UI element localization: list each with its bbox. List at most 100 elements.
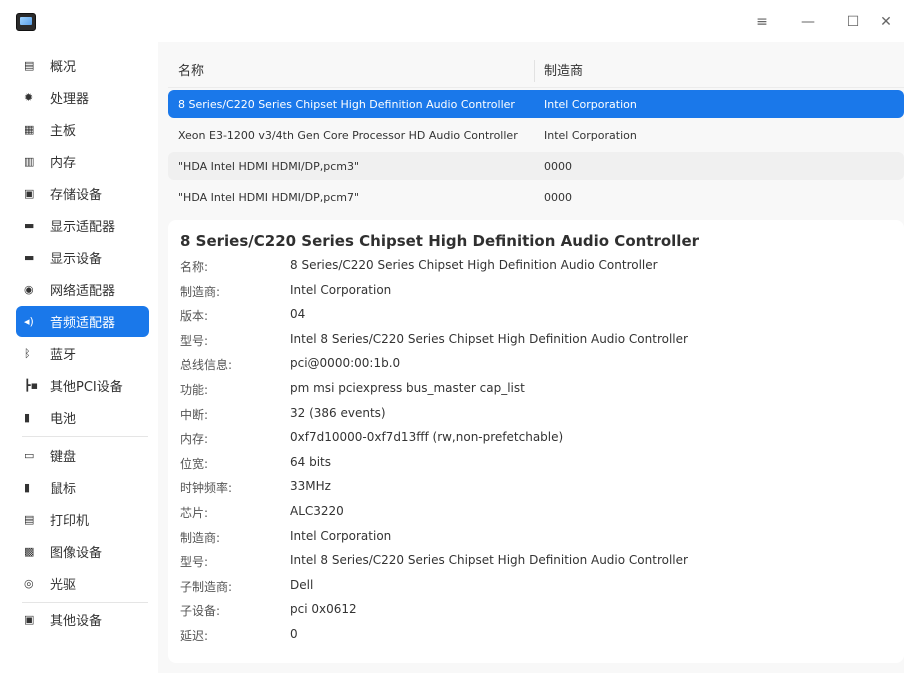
field-key: 制造商: bbox=[180, 284, 221, 299]
field-value: 0xf7d10000-0xf7d13fff (rw,non-prefetchab… bbox=[290, 430, 564, 445]
sidebar-item-label: 存储设备 bbox=[50, 188, 103, 203]
camera-icon: ▩ bbox=[24, 545, 35, 558]
printer-icon: ▤ bbox=[24, 513, 35, 526]
keyboard-icon: ▭ bbox=[24, 449, 35, 462]
sidebar-item-label: 显示适配器 bbox=[50, 220, 116, 235]
sidebar-item-label: 键盘 bbox=[50, 450, 77, 465]
table-row[interactable]: "HDA Intel HDMI HDMI/DP,pcm3" 0000 bbox=[168, 152, 904, 180]
field-value: 32 (386 events) bbox=[290, 405, 386, 420]
cell-name: Xeon E3-1200 v3/4th Gen Core Processor H… bbox=[178, 128, 518, 142]
detail-field: 子制造商: Dell bbox=[180, 578, 900, 596]
field-value: pci 0x0612 bbox=[290, 602, 357, 617]
sidebar-item-label: 网络适配器 bbox=[50, 284, 116, 299]
sidebar-item-keyboard[interactable]: ▭ 键盘 bbox=[16, 440, 149, 471]
sidebar-item-display-adapter[interactable]: ▬ 显示适配器 bbox=[16, 210, 149, 241]
field-value: Intel Corporation bbox=[290, 282, 392, 297]
sidebar-item-label: 概况 bbox=[50, 60, 77, 75]
sidebar-item-cpu[interactable]: ✹ 处理器 bbox=[16, 82, 149, 113]
detail-title: 8 Series/C220 Series Chipset High Defini… bbox=[180, 232, 700, 250]
sidebar-item-optical-drive[interactable]: ◎ 光驱 bbox=[16, 568, 149, 599]
sidebar-item-printer[interactable]: ▤ 打印机 bbox=[16, 504, 149, 535]
sidebar-item-label: 鼠标 bbox=[50, 482, 77, 497]
detail-field: 时钟频率: 33MHz bbox=[180, 479, 900, 497]
sidebar-item-memory[interactable]: ▥ 内存 bbox=[16, 146, 149, 177]
table-row[interactable]: 8 Series/C220 Series Chipset High Defini… bbox=[168, 90, 904, 118]
pci-icon: ┣▪ bbox=[24, 379, 39, 392]
sidebar-item-label: 处理器 bbox=[50, 92, 90, 107]
sidebar-item-audio[interactable]: ◂) 音频适配器 bbox=[16, 306, 149, 337]
sidebar-item-other-devices[interactable]: ▣ 其他设备 bbox=[16, 604, 149, 635]
field-key: 延迟: bbox=[180, 629, 209, 643]
sidebar-item-bluetooth[interactable]: ᛒ 蓝牙 bbox=[16, 338, 149, 369]
field-value: pci@0000:00:1b.0 bbox=[290, 356, 401, 371]
field-key: 芯片: bbox=[180, 506, 209, 520]
detail-field: 位宽: 64 bits bbox=[180, 455, 900, 473]
detail-field: 制造商: Intel Corporation bbox=[180, 529, 900, 547]
sidebar-item-label: 蓝牙 bbox=[50, 348, 77, 363]
sidebar-item-label: 内存 bbox=[50, 156, 77, 171]
minimize-button[interactable]: — bbox=[796, 10, 820, 34]
sidebar-item-label: 图像设备 bbox=[50, 546, 103, 561]
detail-field: 内存: 0xf7d10000-0xf7d13fff (rw,non-prefet… bbox=[180, 430, 900, 448]
mouse-icon: ▮ bbox=[24, 481, 31, 494]
sidebar-item-label: 电池 bbox=[50, 412, 77, 427]
detail-field: 型号: Intel 8 Series/C220 Series Chipset H… bbox=[180, 553, 900, 571]
field-value: 64 bits bbox=[290, 454, 331, 469]
field-key: 总线信息: bbox=[180, 358, 233, 373]
storage-icon: ▣ bbox=[24, 187, 35, 200]
memory-icon: ▥ bbox=[24, 155, 35, 168]
field-key: 名称: bbox=[180, 260, 209, 274]
cell-name: "HDA Intel HDMI HDMI/DP,pcm7" bbox=[178, 190, 360, 204]
sidebar-item-label: 其他设备 bbox=[50, 614, 103, 629]
bluetooth-icon: ᛒ bbox=[24, 347, 31, 360]
sidebar-item-label: 其他PCI设备 bbox=[50, 380, 123, 395]
field-key: 位宽: bbox=[180, 456, 209, 471]
cell-vendor: Intel Corporation bbox=[544, 128, 637, 142]
field-value: 33MHz bbox=[290, 479, 331, 494]
sidebar-item-storage[interactable]: ▣ 存储设备 bbox=[16, 178, 149, 209]
motherboard-icon: ▦ bbox=[24, 123, 35, 136]
sidebar-item-other-pci[interactable]: ┣▪ 其他PCI设备 bbox=[16, 370, 149, 401]
device-table: 名称 制造商 8 Series/C220 Series Chipset High… bbox=[168, 52, 904, 214]
field-key: 内存: bbox=[180, 432, 209, 447]
field-value: 0 bbox=[290, 627, 298, 641]
cell-name: 8 Series/C220 Series Chipset High Defini… bbox=[178, 97, 515, 111]
detail-field: 型号: Intel 8 Series/C220 Series Chipset H… bbox=[180, 332, 900, 350]
detail-field: 中断: 32 (386 events) bbox=[180, 406, 900, 424]
detail-field: 功能: pm msi pciexpress bus_master cap_lis… bbox=[180, 381, 900, 399]
cell-name: "HDA Intel HDMI HDMI/DP,pcm3" bbox=[178, 159, 360, 173]
sidebar-item-battery[interactable]: ▮ 电池 bbox=[16, 402, 149, 433]
sidebar-item-mouse[interactable]: ▮ 鼠标 bbox=[16, 472, 149, 503]
column-header-vendor[interactable]: 制造商 bbox=[544, 60, 583, 79]
close-button[interactable]: ✕ bbox=[874, 10, 898, 34]
sidebar-item-label: 显示设备 bbox=[50, 252, 103, 267]
sidebar-item-label: 音频适配器 bbox=[50, 316, 116, 331]
sidebar-item-label: 光驱 bbox=[50, 578, 77, 593]
sidebar-item-network[interactable]: ◉ 网络适配器 bbox=[16, 274, 149, 305]
overview-icon: ▤ bbox=[24, 59, 35, 72]
field-key: 版本: bbox=[180, 309, 209, 324]
field-value: Dell bbox=[290, 577, 314, 592]
sidebar-item-monitor[interactable]: ▬ 显示设备 bbox=[16, 242, 149, 273]
maximize-button[interactable]: ☐ bbox=[841, 10, 865, 34]
cpu-icon: ✹ bbox=[24, 91, 34, 104]
title-bar: ≡ — ☐ ✕ bbox=[0, 0, 904, 42]
optical-drive-icon: ◎ bbox=[24, 577, 34, 590]
sidebar-item-overview[interactable]: ▤ 概况 bbox=[16, 50, 149, 81]
other-device-icon: ▣ bbox=[24, 613, 35, 626]
column-header-name[interactable]: 名称 bbox=[178, 60, 204, 79]
sidebar-item-label: 主板 bbox=[50, 124, 77, 139]
column-divider[interactable] bbox=[534, 60, 535, 82]
field-value: 8 Series/C220 Series Chipset High Defini… bbox=[290, 258, 658, 272]
detail-field: 总线信息: pci@0000:00:1b.0 bbox=[180, 356, 900, 374]
table-row[interactable]: "HDA Intel HDMI HDMI/DP,pcm7" 0000 bbox=[168, 183, 904, 211]
detail-field: 子设备: pci 0x0612 bbox=[180, 602, 900, 620]
table-row[interactable]: Xeon E3-1200 v3/4th Gen Core Processor H… bbox=[168, 121, 904, 149]
sidebar-item-motherboard[interactable]: ▦ 主板 bbox=[16, 114, 149, 145]
menu-button[interactable]: ≡ bbox=[750, 10, 774, 34]
detail-field: 制造商: Intel Corporation bbox=[180, 283, 900, 301]
table-header: 名称 制造商 bbox=[168, 52, 904, 88]
sidebar-item-camera[interactable]: ▩ 图像设备 bbox=[16, 536, 149, 567]
field-key: 型号: bbox=[180, 555, 209, 570]
detail-field: 延迟: 0 bbox=[180, 627, 900, 645]
